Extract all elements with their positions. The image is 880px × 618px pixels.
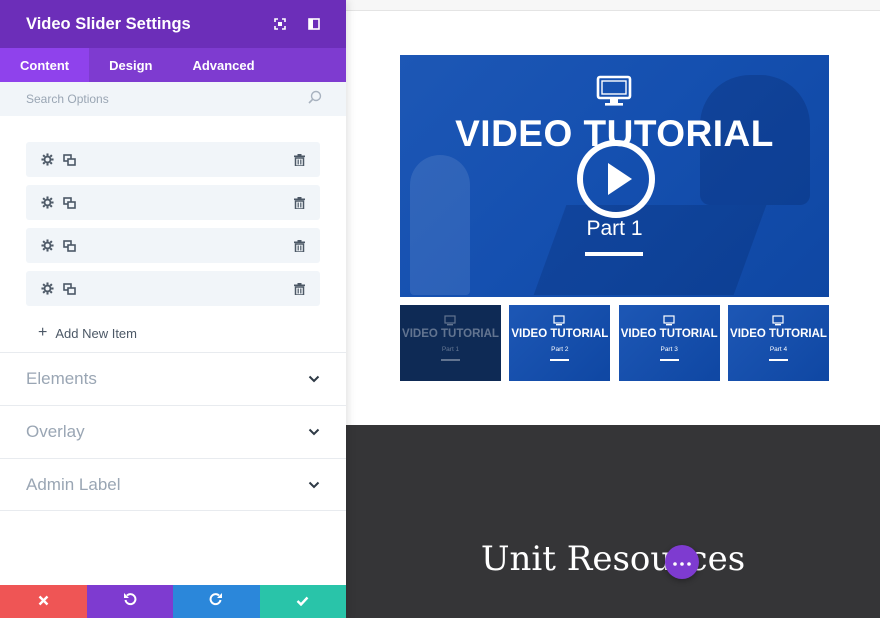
video-underline	[585, 252, 643, 256]
thumbnail-underline	[659, 359, 679, 361]
trash-icon[interactable]	[288, 150, 310, 170]
add-new-item-button[interactable]: + Add New Item	[26, 314, 320, 352]
duplicate-icon[interactable]	[58, 193, 80, 213]
preview-top-border	[346, 0, 880, 11]
trash-icon[interactable]	[288, 193, 310, 213]
chevron-down-icon	[308, 370, 320, 388]
gear-icon[interactable]	[36, 193, 58, 213]
thumbnail-part-2[interactable]: VIDEO TUTORIAL Part 2	[509, 305, 611, 381]
slide-item[interactable]	[26, 271, 320, 306]
tab-content[interactable]: Content	[0, 48, 90, 82]
thumbnail-part: Part 3	[660, 346, 678, 353]
toggle-label: Admin Label	[26, 474, 121, 494]
thumbnail-underline	[768, 359, 788, 361]
thumbnail-part-4[interactable]: VIDEO TUTORIAL Part 4	[727, 305, 829, 381]
slide-item[interactable]	[26, 228, 320, 263]
close-icon	[38, 593, 49, 611]
thumbnail-underline	[441, 359, 460, 361]
tab-design[interactable]: Design	[89, 48, 172, 82]
check-icon	[296, 593, 309, 611]
plus-icon: +	[38, 324, 48, 341]
panel-footer	[0, 585, 346, 618]
unit-resources-section: Unit Resources	[346, 425, 880, 618]
search-input[interactable]	[26, 92, 308, 106]
search-bar	[0, 82, 346, 116]
slide-item[interactable]	[26, 142, 320, 177]
thumbnail-part: Part 2	[551, 346, 569, 353]
gear-icon[interactable]	[36, 279, 58, 299]
duplicate-icon[interactable]	[58, 236, 80, 256]
panel-title: Video Slider Settings	[26, 14, 191, 33]
fullscreen-icon[interactable]	[263, 0, 297, 48]
thumbnail-part-1[interactable]: VIDEO TUTORIAL Part 1	[400, 305, 501, 381]
toggle-overlay[interactable]: Overlay	[0, 405, 346, 458]
toggle-label: Overlay	[26, 422, 85, 441]
module-options-button[interactable]	[665, 545, 699, 579]
duplicate-icon[interactable]	[58, 150, 80, 170]
undo-button[interactable]	[86, 585, 173, 618]
monitor-icon	[596, 75, 632, 112]
trash-icon[interactable]	[288, 236, 310, 256]
option-toggles: Elements Overlay Admin Label	[0, 352, 346, 511]
redo-icon	[209, 592, 223, 611]
thumbnail-title: VIDEO TUTORIAL	[402, 328, 499, 340]
panel-tabs: Content Design Advanced	[0, 48, 346, 82]
chevron-down-icon	[308, 476, 320, 494]
gear-icon[interactable]	[36, 236, 58, 256]
main-video-slide[interactable]: VIDEO TUTORIAL Part 1	[400, 55, 829, 297]
thumbnail-title: VIDEO TUTORIAL	[730, 328, 827, 340]
section-heading: Unit Resources	[480, 539, 746, 579]
video-thumbnails: VIDEO TUTORIAL Part 1 VIDEO TUTORIAL Par…	[400, 305, 829, 381]
trash-icon[interactable]	[288, 279, 310, 299]
save-button[interactable]	[259, 585, 346, 618]
page-preview: VIDEO TUTORIAL Part 1 VIDEO TUTORIAL Par…	[346, 0, 880, 618]
settings-panel: Video Slider Settings Content Design Adv…	[0, 0, 346, 618]
toggle-admin-label[interactable]: Admin Label	[0, 458, 346, 511]
more-dots-icon	[673, 553, 691, 571]
undo-icon	[123, 592, 137, 611]
thumbnail-title: VIDEO TUTORIAL	[620, 328, 718, 340]
play-icon[interactable]	[576, 139, 656, 224]
toggle-label: Elements	[26, 369, 97, 388]
search-icon[interactable]	[308, 90, 322, 109]
chevron-down-icon	[308, 423, 320, 441]
toggle-elements[interactable]: Elements	[0, 352, 346, 405]
add-new-item-label: Add New Item	[55, 325, 137, 341]
thumbnail-part: Part 4	[769, 346, 788, 353]
thumbnail-underline	[550, 359, 570, 361]
slide-item[interactable]	[26, 185, 320, 220]
discard-button[interactable]	[0, 585, 87, 618]
video-part-label: Part 1	[586, 217, 643, 240]
redo-button[interactable]	[173, 585, 260, 618]
slide-items: + Add New Item	[0, 116, 346, 352]
duplicate-icon[interactable]	[58, 279, 80, 299]
thumbnail-part-3[interactable]: VIDEO TUTORIAL Part 3	[618, 305, 720, 381]
tab-advanced[interactable]: Advanced	[172, 48, 274, 82]
gear-icon[interactable]	[36, 150, 58, 170]
panel-header: Video Slider Settings	[0, 0, 346, 48]
thumbnail-part: Part 1	[441, 346, 460, 353]
sidebar-layout-icon[interactable]	[297, 0, 331, 48]
thumbnail-title: VIDEO TUTORIAL	[511, 328, 609, 340]
